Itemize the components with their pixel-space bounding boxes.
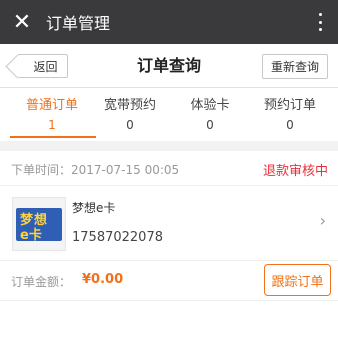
chevron-right-icon: ›	[319, 211, 326, 230]
order-amount: ¥0.00	[82, 272, 124, 287]
tab-count: 1	[48, 118, 56, 132]
tab-broadband-booking[interactable]: 宽带预约 0	[90, 89, 170, 141]
tab-trial-card[interactable]: 体验卡 0	[170, 89, 250, 141]
order-item-row[interactable]: 梦想 e卡 梦想e卡 17587022078 ›	[0, 186, 338, 261]
amount-label: 订单金额：	[11, 275, 72, 289]
tab-count: 0	[206, 118, 214, 132]
order-type-tabs: 普通订单 1 宽带预约 0 体验卡 0 预约订单 0	[0, 89, 338, 141]
requery-button[interactable]: 重新查询	[262, 54, 328, 79]
close-icon[interactable]: ✕	[2, 0, 42, 44]
status-badge: 退款审核中	[262, 164, 328, 179]
product-name: 梦想e卡	[72, 201, 116, 215]
track-order-button[interactable]: 跟踪订单	[264, 264, 331, 296]
order-card: 下单时间：2017-07-15 00:05 退款审核中 梦想 e卡 梦想e卡 1…	[0, 151, 338, 301]
phone-number: 17587022078	[72, 230, 163, 245]
order-time: 下单时间：2017-07-15 00:05	[11, 163, 180, 177]
back-button[interactable]: 返回	[18, 54, 68, 78]
tab-label: 预约订单	[263, 98, 316, 113]
tab-count: 0	[286, 118, 294, 132]
e-card-logo: 梦想 e卡	[16, 208, 62, 241]
tab-label: 宽带预约	[103, 98, 156, 113]
tab-label: 体验卡	[190, 98, 230, 113]
back-button-label: 返回	[33, 59, 58, 74]
navbar: 返回 订单查询 重新查询	[0, 44, 338, 88]
tab-reservation-orders[interactable]: 预约订单 0	[250, 89, 330, 141]
app-titlebar: ✕ 订单管理	[0, 0, 338, 44]
more-menu-icon[interactable]	[312, 10, 328, 34]
order-footer: 订单金额： ¥0.00 跟踪订单	[0, 261, 338, 301]
product-thumbnail: 梦想 e卡	[12, 197, 66, 251]
window-title: 订单管理	[46, 14, 111, 33]
tab-count: 0	[126, 118, 134, 132]
tab-label: 普通订单	[25, 98, 78, 113]
order-header: 下单时间：2017-07-15 00:05 退款审核中	[0, 151, 338, 186]
tab-normal-orders[interactable]: 普通订单 1	[10, 89, 96, 141]
section-divider	[0, 141, 338, 151]
